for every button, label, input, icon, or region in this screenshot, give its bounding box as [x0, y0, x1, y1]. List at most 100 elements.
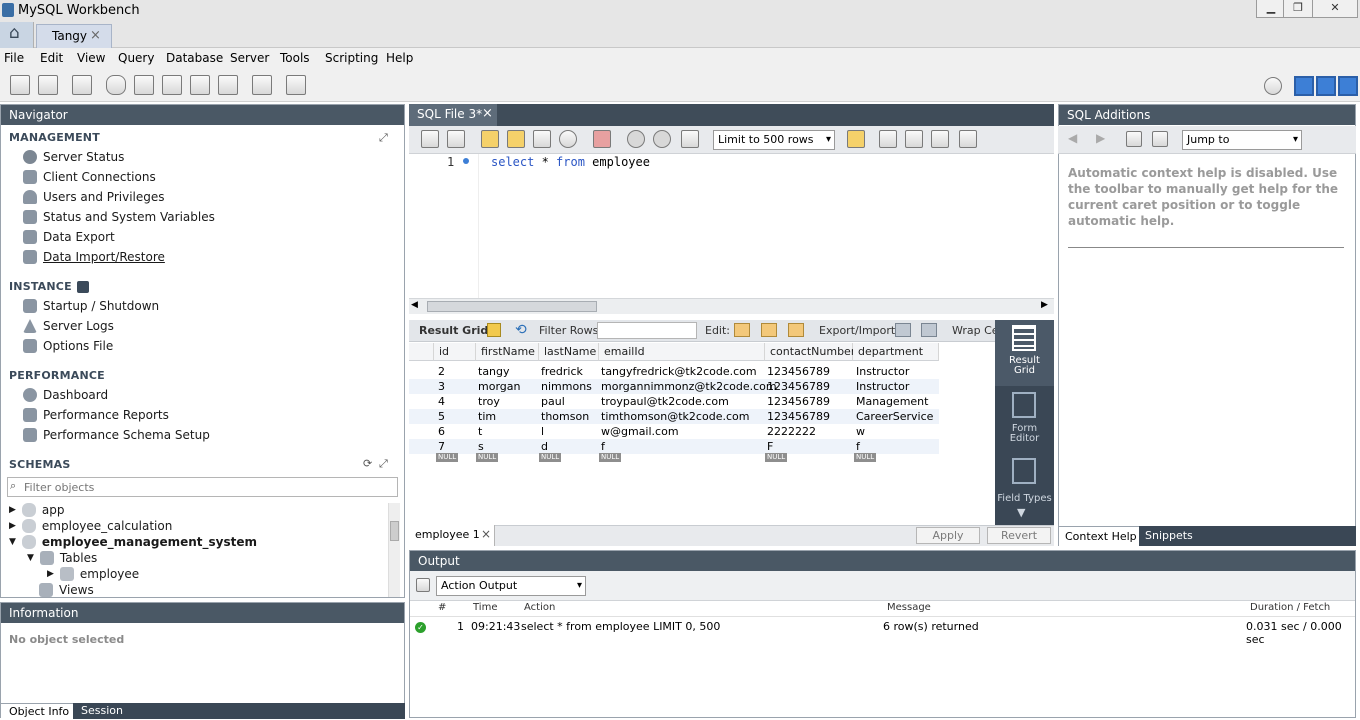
menu-tools[interactable]: Tools [280, 51, 310, 65]
menu-file[interactable]: File [4, 51, 24, 65]
result-tab-employee-1[interactable]: employee 1 × [409, 525, 495, 546]
add-row-icon[interactable] [761, 323, 777, 337]
save-icon[interactable] [447, 130, 465, 148]
tab-tangy[interactable]: Tangy × [36, 24, 112, 48]
manual-help-icon[interactable] [1126, 131, 1142, 147]
sql-tab-close-icon[interactable]: × [482, 106, 493, 121]
back-icon[interactable]: ◀ [1068, 131, 1077, 145]
toggle-output-icon[interactable] [1316, 76, 1336, 96]
menu-help[interactable]: Help [386, 51, 413, 65]
tree-employee-table[interactable]: ▶ employee [47, 567, 139, 581]
execute-current-icon[interactable] [507, 130, 525, 148]
search-table-data-icon[interactable] [252, 75, 272, 95]
column-header-emailid[interactable]: emailId [599, 343, 765, 361]
tree-views[interactable]: Views [39, 583, 94, 597]
revert-button[interactable]: Revert [987, 527, 1051, 544]
column-header-id[interactable]: id [434, 343, 476, 361]
toggle-sidebar-icon[interactable] [1294, 76, 1314, 96]
create-view-icon[interactable] [162, 75, 182, 95]
edit-row-icon[interactable] [734, 323, 750, 337]
scroll-right-icon[interactable]: ▶ [1041, 300, 1048, 310]
inspector-icon[interactable] [72, 75, 92, 95]
grid-view-icon[interactable] [487, 323, 501, 337]
sql-editor[interactable]: 1 select * from employee [409, 154, 1054, 298]
toggle-continue-on-error-icon[interactable] [593, 130, 611, 148]
schema-employee-management-system[interactable]: ▼ employee_management_system [9, 535, 257, 549]
table-row[interactable]: 6 t l w@gmail.com 2222222 w [409, 424, 939, 439]
schema-app[interactable]: ▶ app [9, 503, 65, 517]
scroll-down-icon[interactable]: ▼ [1017, 506, 1025, 519]
schema-employee-calculation[interactable]: ▶ employee_calculation [9, 519, 172, 533]
output-mode-select[interactable]: Action Output [436, 576, 586, 596]
auto-help-icon[interactable] [1152, 131, 1168, 147]
commit-icon[interactable] [627, 130, 645, 148]
wrap-lines-icon[interactable] [959, 130, 977, 148]
result-grid-view-button[interactable]: Result Grid [995, 320, 1054, 386]
create-procedure-icon[interactable] [190, 75, 210, 95]
table-row[interactable]: 4 troy paul troypaul@tk2code.com 123456789 Ma… [409, 394, 939, 409]
tab-object-info[interactable]: Object Info [1, 703, 73, 719]
column-header-firstname[interactable]: firstName [476, 343, 539, 361]
null-badge[interactable]: NULL [765, 453, 788, 462]
tab-snippets[interactable]: Snippets [1139, 526, 1356, 546]
forward-icon[interactable]: ▶ [1096, 131, 1105, 145]
nav-performance-reports[interactable]: Performance Reports [23, 408, 169, 422]
menu-database[interactable]: Database [166, 51, 223, 65]
refresh-schemas-icon[interactable]: ⟳ [363, 457, 372, 470]
autocommit-icon[interactable] [681, 130, 699, 148]
editor-horizontal-scrollbar[interactable]: ◀ ▶ [409, 298, 1054, 314]
schema-filter-input[interactable] [24, 479, 394, 495]
field-types-view-button[interactable]: Field Types ▼ [995, 454, 1054, 520]
menu-edit[interactable]: Edit [40, 51, 63, 65]
delete-row-icon[interactable] [788, 323, 804, 337]
null-badge[interactable]: NULL [539, 453, 562, 462]
create-function-icon[interactable] [218, 75, 238, 95]
null-badge[interactable]: NULL [476, 453, 499, 462]
nav-status-variables[interactable]: Status and System Variables [23, 210, 215, 224]
column-header-department[interactable]: department [853, 343, 939, 361]
open-file-icon[interactable] [421, 130, 439, 148]
table-row[interactable]: 5 tim thomson timthomson@tk2code.com 1234567… [409, 409, 939, 424]
settings-gear-icon[interactable] [1264, 77, 1282, 95]
null-badge[interactable]: NULL [854, 453, 877, 462]
copy-output-icon[interactable] [416, 578, 430, 592]
schema-scrollbar[interactable] [388, 503, 400, 597]
explain-icon[interactable] [533, 130, 551, 148]
nav-options-file[interactable]: Options File [23, 339, 113, 353]
import-icon[interactable] [921, 323, 937, 337]
form-editor-view-button[interactable]: Form Editor [995, 388, 1054, 450]
tab-sql-file-3[interactable]: SQL File 3* × [409, 104, 497, 126]
rollback-icon[interactable] [653, 130, 671, 148]
scroll-left-icon[interactable]: ◀ [411, 300, 418, 310]
refresh-icon[interactable]: ⟲ [515, 322, 527, 338]
create-schema-icon[interactable] [106, 75, 126, 95]
apply-button[interactable]: Apply [916, 527, 980, 544]
create-table-icon[interactable] [134, 75, 154, 95]
output-row[interactable]: ✓ 1 09:21:43 select * from employee LIMI… [410, 619, 1355, 646]
scroll-thumb[interactable] [427, 301, 597, 312]
result-tab-close-icon[interactable]: × [481, 527, 491, 541]
export-icon[interactable] [895, 323, 911, 337]
null-badge[interactable]: NULL [436, 453, 459, 462]
home-tab[interactable]: ⌂ [0, 22, 34, 48]
nav-startup-shutdown[interactable]: Startup / Shutdown [23, 299, 159, 313]
column-header-lastname[interactable]: lastName [539, 343, 599, 361]
execute-icon[interactable] [481, 130, 499, 148]
table-row[interactable]: 3 morgan nimmons morgannimmonz@tk2code.com 1… [409, 379, 939, 394]
tab-close-icon[interactable]: × [90, 28, 101, 43]
jump-to-select[interactable]: Jump to [1182, 130, 1302, 150]
menu-scripting[interactable]: Scripting [325, 51, 378, 65]
filter-rows-input[interactable] [597, 322, 697, 339]
close-button[interactable]: ✕ [1312, 0, 1358, 18]
result-grid[interactable]: id firstName lastName emailId contactNum… [409, 343, 995, 523]
menu-server[interactable]: Server [230, 51, 269, 65]
nav-dashboard[interactable]: Dashboard [23, 388, 108, 402]
menu-query[interactable]: Query [118, 51, 154, 65]
expand-icon[interactable]: ⤢ [379, 131, 388, 145]
null-badge[interactable]: NULL [599, 453, 622, 462]
nav-users-privileges[interactable]: Users and Privileges [23, 190, 165, 204]
tab-session[interactable]: Session [73, 703, 405, 719]
tab-context-help[interactable]: Context Help [1059, 526, 1139, 546]
expand-schemas-icon[interactable]: ⤢ [379, 457, 388, 471]
open-sql-script-icon[interactable] [38, 75, 58, 95]
